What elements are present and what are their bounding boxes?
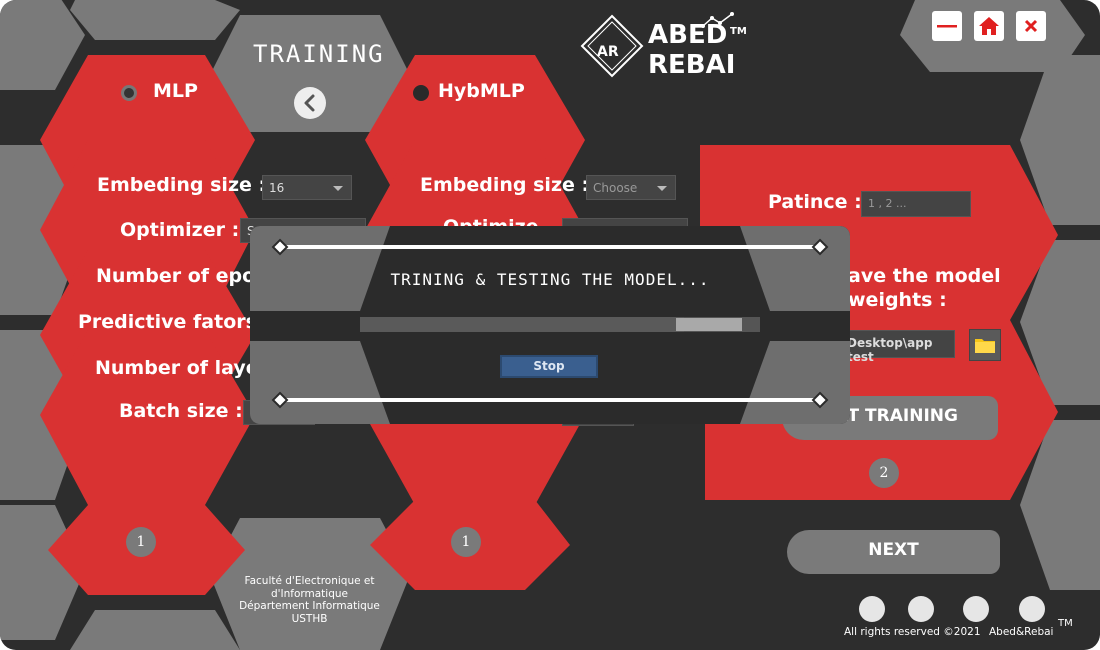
mlp-batch-label: Batch size :: [119, 400, 243, 422]
institution-line: USTHB: [291, 612, 328, 625]
author-text: Abed&Rebai: [989, 626, 1054, 638]
hybmlp-embeding-select[interactable]: Choose: [586, 175, 676, 200]
close-button[interactable]: [1016, 11, 1046, 41]
training-progress-dialog: TRINING & TESTING THE MODEL... Stop: [250, 226, 850, 424]
stop-button[interactable]: Stop: [500, 355, 598, 378]
mlp-step-badge: 1: [126, 527, 156, 557]
page-title: TRAINING: [253, 40, 385, 68]
page-dot[interactable]: [908, 596, 934, 622]
patience-placeholder: 1 , 2 ...: [868, 197, 907, 210]
minimize-button[interactable]: [932, 11, 962, 41]
hybmlp-embeding-placeholder: Choose: [593, 181, 638, 195]
patience-input[interactable]: 1 , 2 ...: [861, 191, 971, 217]
page-dot[interactable]: [1019, 596, 1045, 622]
hybmlp-embeding-label: Embeding size :: [420, 174, 590, 196]
page-dot[interactable]: [859, 596, 885, 622]
app-window: TRAINING AR ABED REBAI TM MLP Embeding s…: [0, 0, 1100, 650]
minimize-icon: [937, 25, 957, 28]
patience-label: Patince :: [768, 191, 862, 213]
chevron-down-icon: [333, 186, 343, 191]
progress-chunk: [676, 318, 742, 331]
chevron-down-icon: [657, 186, 667, 191]
footer-trademark: TM: [1058, 618, 1073, 629]
hybmlp-option-label[interactable]: HybMLP: [438, 80, 525, 102]
save-path-input[interactable]: Desktop\app test: [840, 330, 955, 364]
home-button[interactable]: [974, 11, 1004, 41]
page-dot[interactable]: [963, 596, 989, 622]
institution-line: Département Informatique: [239, 600, 380, 612]
chevron-left-icon: [304, 94, 315, 112]
copyright-text: All rights reserved ©2021: [844, 626, 981, 638]
hybmlp-step-badge: 1: [451, 527, 481, 557]
logo: AR ABED REBAI TM: [580, 10, 750, 90]
save-weights-label-2: weights :: [848, 289, 947, 311]
progress-message: TRINING & TESTING THE MODEL...: [390, 270, 710, 289]
settings-step-badge: 2: [869, 458, 899, 488]
mlp-epochs-label: Number of epoc: [96, 265, 267, 287]
close-icon: [1024, 19, 1038, 33]
mlp-option-label[interactable]: MLP: [153, 80, 198, 102]
home-icon: [979, 17, 999, 35]
mlp-radio[interactable]: [121, 85, 137, 101]
folder-icon: [975, 339, 995, 353]
mlp-embeding-label: Embeding size :: [97, 174, 267, 196]
logo-line-2: REBAI: [648, 50, 736, 80]
institution-line: Faculté d'Electronique et: [244, 575, 375, 587]
mlp-embeding-select[interactable]: 16: [262, 175, 352, 200]
hybmlp-optimizer-label: Optimize: [443, 216, 539, 226]
progress-fill: [360, 317, 684, 332]
mlp-embeding-value: 16: [269, 181, 285, 195]
next-button[interactable]: NEXT: [787, 530, 1000, 574]
hybmlp-radio[interactable]: [413, 85, 429, 101]
mlp-layers-label: Number of laye: [95, 357, 259, 379]
trend-line-icon: [701, 12, 734, 28]
back-button[interactable]: [294, 87, 326, 119]
browse-folder-button[interactable]: [969, 329, 1001, 361]
mlp-factors-label: Predictive fators:: [78, 311, 265, 333]
save-weights-label-1: ave the model: [848, 265, 1001, 287]
logo-mark-text: AR: [597, 44, 619, 60]
next-label: NEXT: [868, 540, 919, 560]
stop-label: Stop: [533, 359, 565, 373]
institution-line: d'Informatique: [270, 587, 349, 600]
progress-bar: [360, 317, 760, 332]
institution-text: Faculté d'Electronique et d'Informatique…: [222, 575, 397, 625]
mlp-optimizer-label: Optimizer :: [120, 219, 240, 241]
